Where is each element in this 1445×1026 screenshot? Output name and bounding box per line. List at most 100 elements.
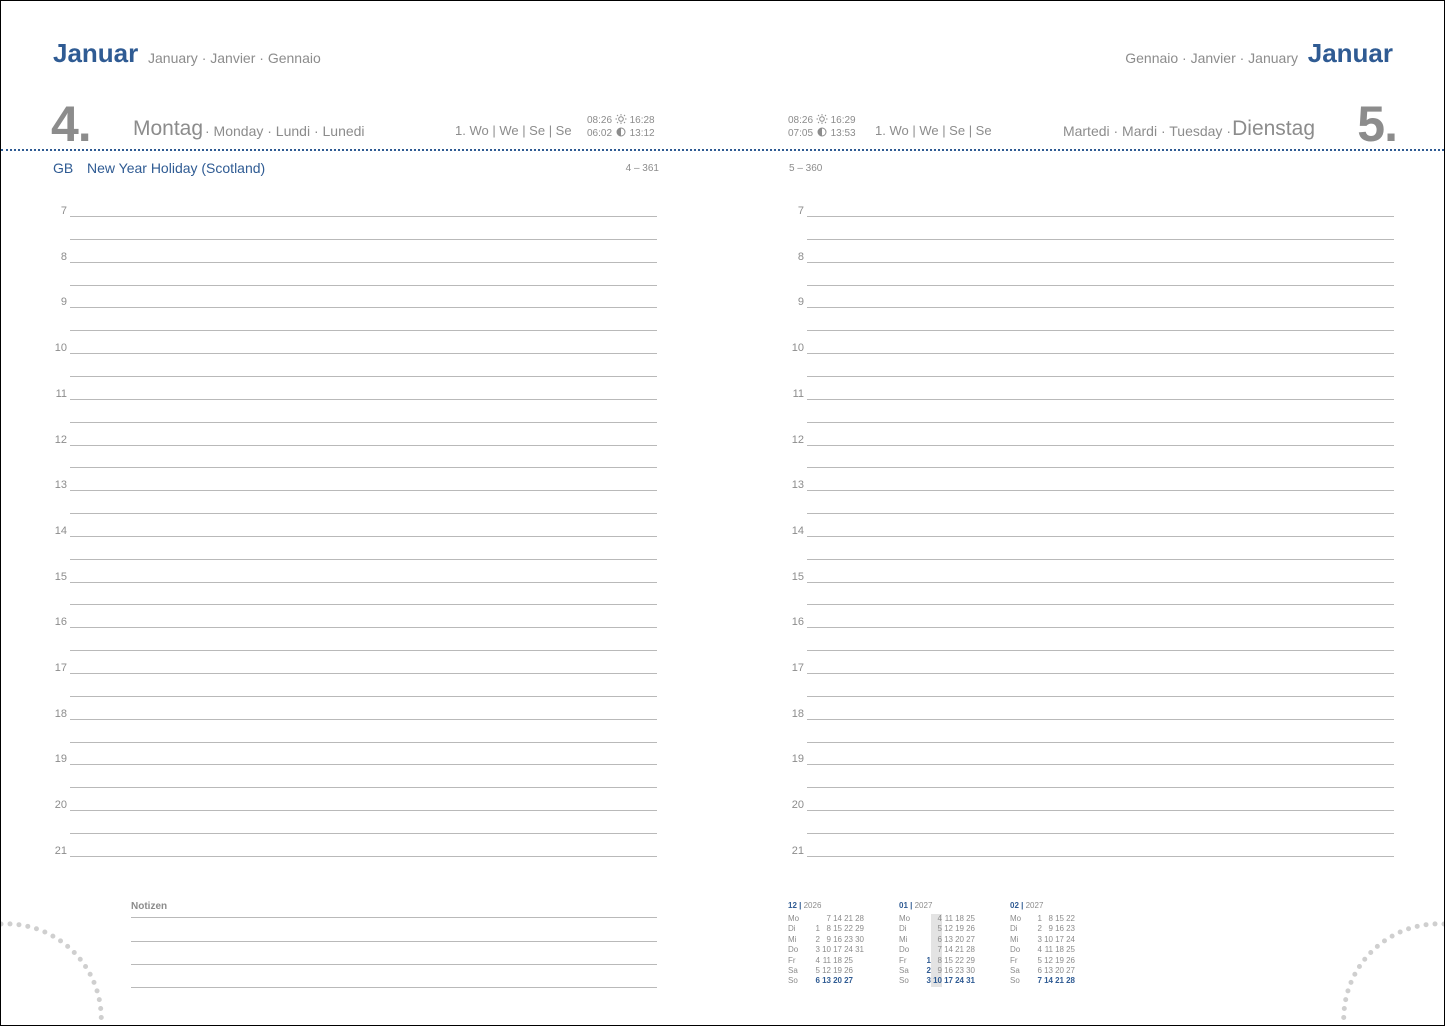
mini-calendar-day: 25 <box>1066 945 1075 955</box>
right-half-hour-line[interactable] <box>807 421 1394 423</box>
right-hour-line[interactable] <box>807 307 1394 309</box>
mini-calendar-row: Mo 4 11 18 25 <box>899 914 975 925</box>
right-half-hour-line[interactable] <box>807 375 1394 377</box>
mini-calendar-month: 02 <box>1010 901 1019 910</box>
mini-calendar-day: 31 <box>966 976 975 986</box>
right-half-hour-line[interactable] <box>807 650 1394 652</box>
left-half-hour-line[interactable] <box>70 558 657 560</box>
mini-calendar-day: 11 <box>822 955 831 965</box>
left-hour-line[interactable] <box>70 855 657 857</box>
right-hour-line[interactable] <box>807 353 1394 355</box>
left-half-hour-line[interactable] <box>70 650 657 652</box>
left-hour-line[interactable] <box>70 490 657 492</box>
mini-calendar-row: So 3 10 17 24 31 <box>899 976 975 987</box>
right-hour-line[interactable] <box>807 581 1394 583</box>
left-half-hour-line[interactable] <box>70 787 657 789</box>
right-hour-label: 17 <box>791 662 804 674</box>
right-hour-line[interactable] <box>807 810 1394 812</box>
left-hour-line[interactable] <box>70 535 657 537</box>
right-hour-line[interactable] <box>807 764 1394 766</box>
mini-calendar-day: 12 <box>1044 955 1053 965</box>
right-hour-label: 14 <box>791 524 804 537</box>
right-half-hour-line[interactable] <box>807 741 1394 743</box>
right-hour-line[interactable] <box>807 627 1394 629</box>
mini-calendar-weekday: Mi <box>899 934 908 944</box>
right-half-hour-line[interactable] <box>807 558 1394 560</box>
mini-calendar-day: 1 <box>926 955 931 965</box>
left-half-hour-line[interactable] <box>70 832 657 834</box>
left-hour-label: 18 <box>54 707 67 720</box>
right-half-hour-line[interactable] <box>807 513 1394 515</box>
right-half-hour-line[interactable] <box>807 604 1394 606</box>
left-half-hour-line[interactable] <box>70 375 657 377</box>
left-hour-line[interactable] <box>70 627 657 629</box>
right-hour-line[interactable] <box>807 261 1394 263</box>
right-hour-line[interactable] <box>807 444 1394 446</box>
mini-calendar-day: 5 <box>1037 955 1042 965</box>
notes-line[interactable] <box>131 964 657 965</box>
right-hour-label: 7 <box>797 205 804 217</box>
left-half-hour-line[interactable] <box>70 421 657 423</box>
right-weekday: Dienstag <box>1232 117 1315 140</box>
left-hour-line[interactable] <box>70 444 657 446</box>
right-half-hour-line[interactable] <box>807 467 1394 469</box>
right-half-hour-line[interactable] <box>807 695 1394 697</box>
right-hour-line[interactable] <box>807 673 1394 674</box>
left-sunset: 16:28 <box>629 115 655 126</box>
mini-calendar-weekday: Do <box>899 945 910 955</box>
notes-line[interactable] <box>131 941 657 942</box>
left-hour-line[interactable] <box>70 216 657 217</box>
left-hour-label: 8 <box>60 250 67 263</box>
left-hour-line[interactable] <box>70 307 657 309</box>
left-half-hour-line[interactable] <box>70 238 657 240</box>
right-hour-label: 21 <box>791 844 804 857</box>
right-half-hour-line[interactable] <box>807 330 1394 332</box>
right-half-hour-line[interactable] <box>807 787 1394 789</box>
left-hour-line[interactable] <box>70 398 657 400</box>
mini-calendar-day: 1 <box>815 924 820 934</box>
mini-calendar-day: 14 <box>1044 976 1053 986</box>
mini-calendar-weekday: Mi <box>788 934 797 944</box>
decorative-dot-arc-left <box>1 921 104 1025</box>
left-hour-line[interactable] <box>70 764 657 766</box>
mini-calendar-row: So 7 14 21 28 <box>1010 976 1075 986</box>
right-half-hour-line[interactable] <box>807 284 1394 286</box>
left-half-hour-line[interactable] <box>70 284 657 286</box>
right-hour-line[interactable] <box>807 490 1394 492</box>
notes-line[interactable] <box>131 987 657 988</box>
right-hour-line[interactable] <box>807 855 1394 857</box>
left-hour-line[interactable] <box>70 353 657 355</box>
mini-calendar-day: 24 <box>1066 934 1075 944</box>
right-hour-line[interactable] <box>807 718 1394 720</box>
mini-calendar-row: Do 4 11 18 25 <box>1010 945 1075 955</box>
notes-label: Notizen <box>131 901 168 912</box>
left-hour-line[interactable] <box>70 581 657 583</box>
left-hour-line[interactable] <box>70 718 657 720</box>
mini-calendar-day: 19 <box>1055 955 1064 965</box>
mini-calendar-day: 2 <box>815 934 820 944</box>
left-half-hour-line[interactable] <box>70 467 657 469</box>
left-hour-label: 16 <box>54 616 67 629</box>
left-half-hour-line[interactable] <box>70 604 657 606</box>
right-hour-line[interactable] <box>807 535 1394 537</box>
left-half-hour-line[interactable] <box>70 513 657 515</box>
mini-calendar-year: 2027 <box>914 901 933 910</box>
left-half-hour-line[interactable] <box>70 741 657 743</box>
left-hour-line[interactable] <box>70 810 657 812</box>
mini-calendar-weekday: So <box>1010 976 1020 986</box>
left-hour-line[interactable] <box>70 673 657 674</box>
mini-calendar-day: 14 <box>833 914 842 923</box>
mini-calendar-day: 11 <box>944 914 953 923</box>
right-hour-label: 15 <box>791 570 804 583</box>
right-hour-line[interactable] <box>807 398 1394 400</box>
mini-calendar-day: 8 <box>931 955 942 966</box>
right-hour-label: 20 <box>791 799 804 812</box>
right-half-hour-line[interactable] <box>807 238 1394 240</box>
left-hour-line[interactable] <box>70 261 657 263</box>
left-hour-label: 19 <box>54 753 67 766</box>
left-half-hour-line[interactable] <box>70 330 657 332</box>
right-hour-line[interactable] <box>807 216 1394 217</box>
left-half-hour-line[interactable] <box>70 695 657 697</box>
right-half-hour-line[interactable] <box>807 832 1394 834</box>
notes-line[interactable] <box>131 917 657 918</box>
